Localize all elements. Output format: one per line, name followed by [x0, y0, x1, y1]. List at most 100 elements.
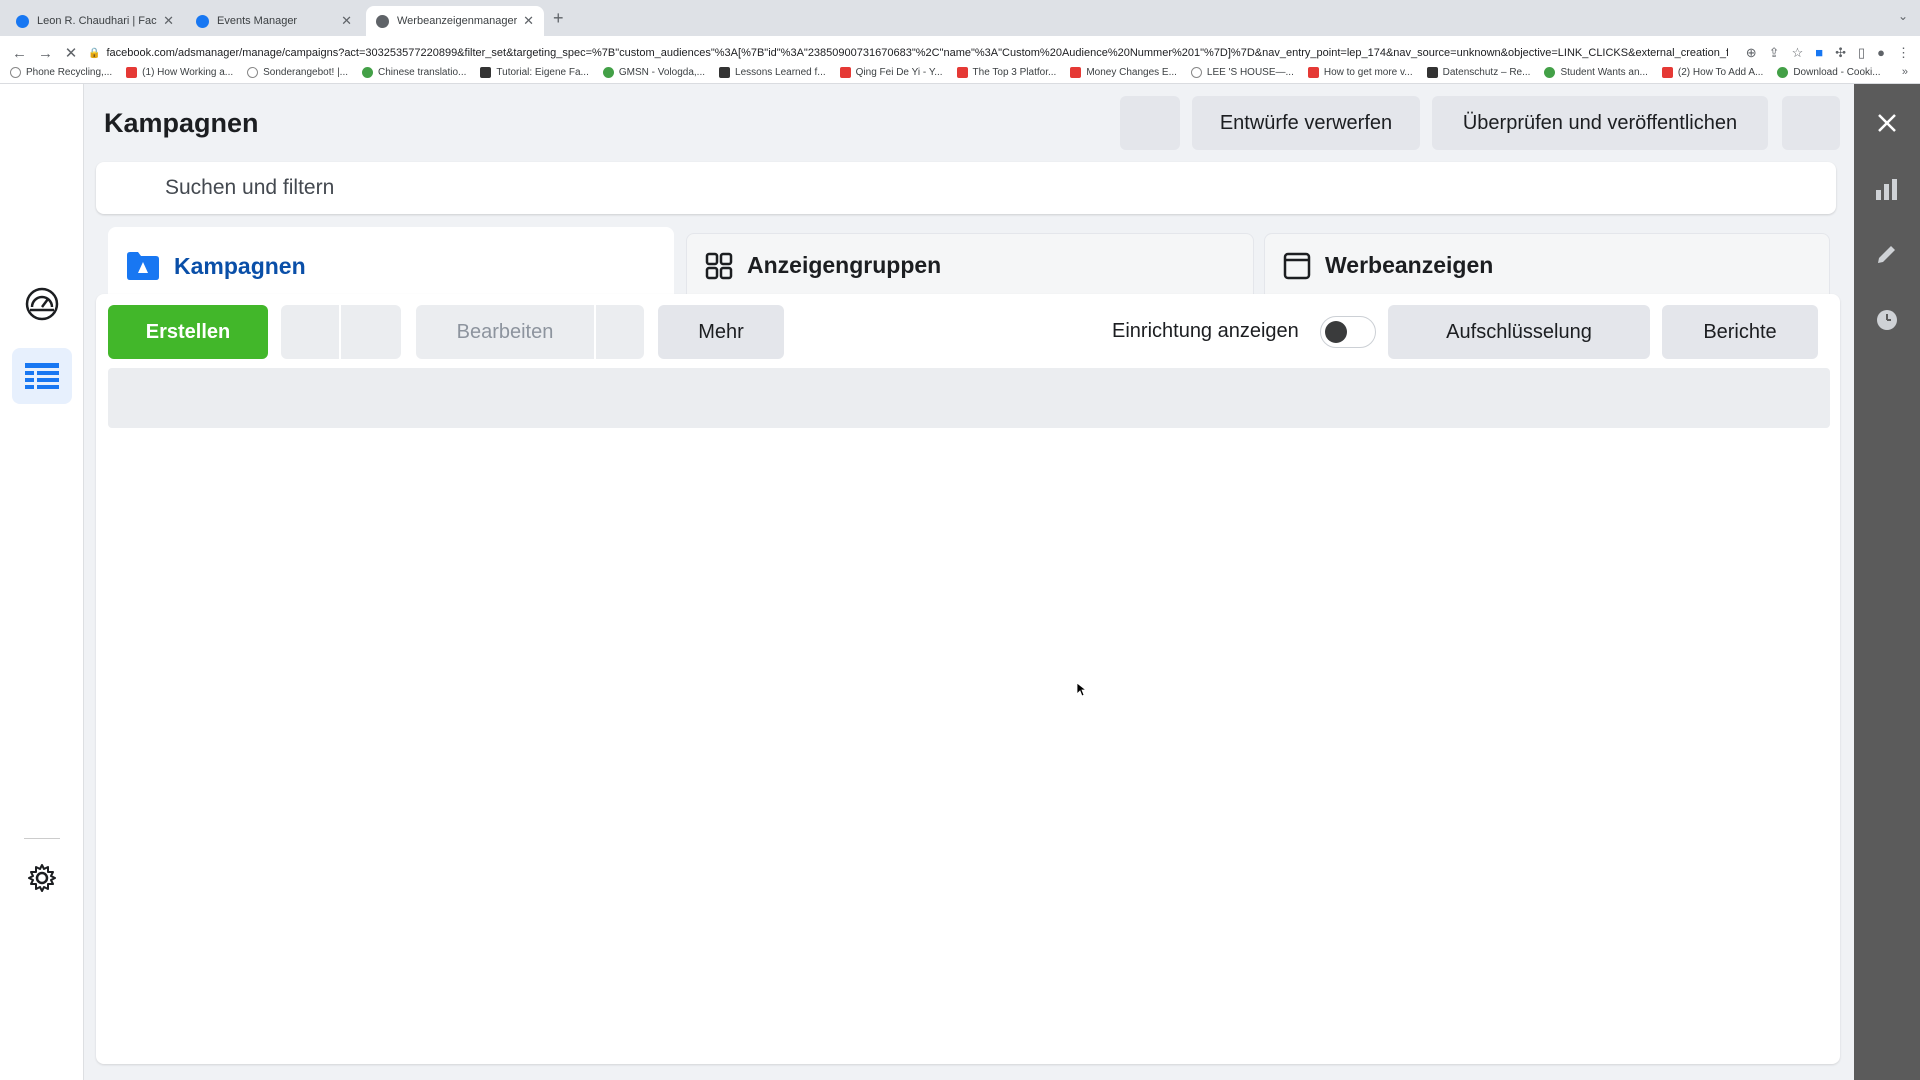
- dashboard-icon[interactable]: [12, 276, 72, 332]
- tab-ad-sets[interactable]: Anzeigengruppen: [686, 233, 1254, 297]
- table-loading-bar: [108, 368, 1830, 428]
- duplicate-dropdown-button[interactable]: [341, 305, 401, 359]
- undo-button[interactable]: [1120, 96, 1180, 150]
- new-tab-icon[interactable]: +: [553, 8, 564, 29]
- reports-button[interactable]: Berichte: [1662, 305, 1818, 359]
- extension-icons: ⊕ ⇪ ☆ ■ ✣ ▯ ● ⋮: [1746, 45, 1910, 61]
- more-options-button[interactable]: [1782, 96, 1840, 150]
- bookmark-item[interactable]: Lessons Learned f...: [719, 67, 826, 78]
- bookmark-label: Datenschutz – Re...: [1442, 67, 1531, 78]
- facebook-icon: [16, 14, 29, 28]
- bookmark-item[interactable]: Download - Cooki...: [1777, 67, 1881, 78]
- browser-tab-label: Leon R. Chaudhari | Facebook: [37, 15, 157, 27]
- toggle-knob: [1325, 321, 1347, 343]
- close-icon[interactable]: [1854, 112, 1920, 134]
- stop-icon[interactable]: ✕: [64, 44, 78, 62]
- share-icon[interactable]: ⇪: [1769, 45, 1780, 61]
- clock-icon[interactable]: [1854, 308, 1920, 332]
- bookmark-favicon-icon: [126, 67, 138, 78]
- folder-icon: [126, 251, 160, 281]
- bookmark-favicon-icon: [480, 67, 492, 78]
- back-icon[interactable]: ←: [12, 45, 27, 62]
- setup-toggle[interactable]: [1320, 316, 1376, 348]
- breakdown-button[interactable]: Aufschlüsselung: [1388, 305, 1650, 359]
- gear-icon[interactable]: [12, 850, 72, 906]
- tab-ads-label: Werbeanzeigen: [1325, 252, 1494, 278]
- menu-icon[interactable]: ⋮: [1897, 45, 1910, 61]
- bookmark-label: GMSN - Vologda,...: [618, 67, 706, 78]
- bookmark-item[interactable]: Money Changes E...: [1070, 67, 1177, 78]
- tab-ads[interactable]: Werbeanzeigen: [1264, 233, 1830, 297]
- chevron-down-icon[interactable]: ⌄: [1898, 9, 1908, 23]
- bookmark-label: (1) How Working a...: [142, 67, 234, 78]
- bookmark-label: Student Wants an...: [1560, 67, 1648, 78]
- bookmark-label: Tutorial: Eigene Fa...: [496, 67, 589, 78]
- duplicate-button[interactable]: [281, 305, 339, 359]
- close-icon[interactable]: ✕: [523, 13, 534, 29]
- setup-toggle-label: Einrichtung anzeigen: [1112, 320, 1299, 342]
- close-icon[interactable]: ✕: [341, 13, 352, 29]
- edit-dropdown-button[interactable]: [596, 305, 644, 359]
- bookmark-item[interactable]: Student Wants an...: [1544, 67, 1648, 78]
- bookmark-favicon-icon: [839, 67, 851, 78]
- bookmark-label: How to get more v...: [1323, 67, 1413, 78]
- browser-tab[interactable]: Events Manager ✕: [186, 6, 362, 36]
- bookmark-label: Download - Cooki...: [1793, 67, 1881, 78]
- facebook-icon: [196, 14, 209, 28]
- bookmark-item[interactable]: How to get more v...: [1307, 67, 1413, 78]
- bookmark-item[interactable]: (2) How To Add A...: [1661, 67, 1763, 78]
- facebook-extension-icon[interactable]: ■: [1815, 45, 1823, 61]
- search-filter-bar[interactable]: Suchen und filtern: [96, 162, 1836, 214]
- bookmark-item[interactable]: Qing Fei De Yi - Y...: [839, 67, 943, 78]
- bookmark-item[interactable]: Phone Recycling,...: [10, 67, 112, 78]
- bookmark-label: LEE 'S HOUSE—...: [1206, 67, 1294, 78]
- bookmark-favicon-icon: [1070, 67, 1082, 78]
- bookmark-label: Phone Recycling,...: [26, 67, 113, 78]
- profile-icon[interactable]: ●: [1877, 45, 1885, 61]
- pencil-icon[interactable]: [1854, 242, 1920, 266]
- zoom-icon[interactable]: ⊕: [1746, 45, 1757, 61]
- bookmark-favicon-icon: [1544, 67, 1556, 78]
- bookmark-favicon-icon: [1777, 67, 1789, 78]
- bookmark-favicon-icon: [10, 67, 21, 78]
- browser-tab[interactable]: Leon R. Chaudhari | Facebook ✕: [6, 6, 184, 36]
- bookmark-favicon-icon: [1661, 67, 1673, 78]
- edit-button[interactable]: Bearbeiten: [416, 305, 594, 359]
- bar-chart-icon[interactable]: [1854, 178, 1920, 200]
- bookmark-favicon-icon: [1307, 67, 1319, 78]
- tab-ad-sets-label: Anzeigengruppen: [747, 252, 942, 278]
- bookmark-item[interactable]: (1) How Working a...: [126, 67, 233, 78]
- mouse-cursor-icon: [1077, 683, 1087, 697]
- bookmarks-overflow-icon[interactable]: »: [1902, 66, 1908, 78]
- search-input[interactable]: Suchen und filtern: [165, 176, 334, 200]
- forward-icon[interactable]: →: [38, 45, 53, 62]
- grid-icon: [705, 252, 733, 280]
- bookmark-favicon-icon: [1426, 67, 1438, 78]
- star-icon[interactable]: ☆: [1792, 45, 1804, 61]
- sidebar-icon[interactable]: ▯: [1858, 45, 1865, 61]
- close-icon[interactable]: ✕: [163, 13, 174, 29]
- bookmark-label: Money Changes E...: [1086, 67, 1177, 78]
- bookmark-item[interactable]: GMSN - Vologda,...: [602, 67, 706, 78]
- more-button[interactable]: Mehr: [658, 305, 784, 359]
- bookmark-item[interactable]: The Top 3 Platfor...: [956, 67, 1056, 78]
- browser-tab-active[interactable]: Werbeanzeigenmanager - Wer ✕: [366, 6, 544, 36]
- bookmark-favicon-icon: [362, 67, 374, 78]
- bookmark-favicon-icon: [247, 67, 259, 78]
- rail-divider: [24, 838, 60, 839]
- bookmark-item[interactable]: Datenschutz – Re...: [1426, 67, 1531, 78]
- url-text: facebook.com/adsmanager/manage/campaigns…: [106, 47, 1728, 59]
- bookmark-item[interactable]: Tutorial: Eigene Fa...: [480, 67, 589, 78]
- lock-icon[interactable]: 🔒: [88, 48, 100, 59]
- bookmark-label: Sonderangebot! |...: [263, 67, 349, 78]
- bookmark-item[interactable]: LEE 'S HOUSE—...: [1190, 67, 1294, 78]
- page-title: Kampagnen: [104, 108, 259, 138]
- discard-drafts-button[interactable]: Entwürfe verwerfen: [1192, 96, 1420, 150]
- bookmark-item[interactable]: Sonderangebot! |...: [247, 67, 348, 78]
- create-button[interactable]: Erstellen: [108, 305, 268, 359]
- bookmark-favicon-icon: [1190, 67, 1202, 78]
- review-publish-button[interactable]: Überprüfen und veröffentlichen: [1432, 96, 1768, 150]
- bookmark-item[interactable]: Chinese translatio...: [362, 67, 466, 78]
- puzzle-icon[interactable]: ✣: [1835, 45, 1846, 61]
- table-icon[interactable]: [12, 348, 72, 404]
